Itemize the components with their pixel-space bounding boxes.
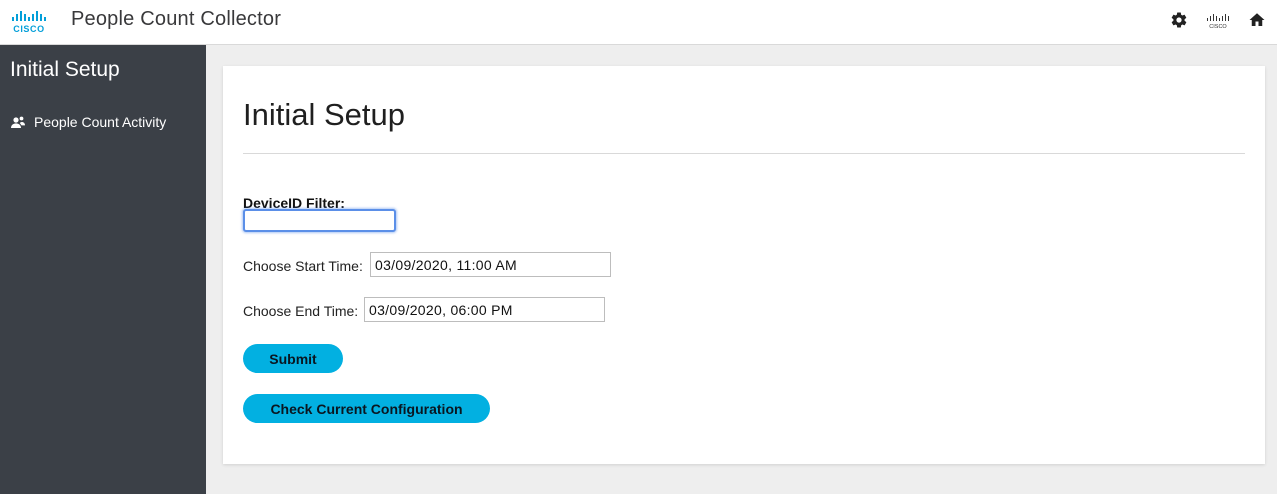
gear-icon[interactable] [1170, 11, 1188, 29]
sidebar-title: Initial Setup [10, 58, 120, 81]
cisco-logo-icon[interactable]: CISCO [1206, 13, 1230, 29]
sidebar-item-label: People Count Activity [34, 114, 167, 130]
cisco-logo[interactable]: CISCO [11, 9, 51, 35]
app-header: CISCO People Count Collector CISCO [0, 0, 1277, 45]
main-card: Initial Setup DeviceID Filter: Choose St… [223, 66, 1265, 464]
app-title: People Count Collector [71, 8, 282, 30]
people-icon [11, 116, 25, 128]
check-current-configuration-button[interactable]: Check Current Configuration [243, 394, 490, 423]
sidebar-item-people-count-activity[interactable]: People Count Activity [0, 108, 206, 138]
end-time-input[interactable] [364, 297, 605, 322]
submit-button[interactable]: Submit [243, 344, 343, 373]
page-title: Initial Setup [243, 97, 405, 132]
start-time-label: Choose Start Time: [243, 258, 363, 274]
svg-text:CISCO: CISCO [1209, 24, 1227, 29]
sidebar: Initial Setup People Count Activity [0, 45, 206, 494]
start-time-input[interactable] [370, 252, 611, 277]
divider [243, 153, 1245, 154]
device-id-filter-input[interactable] [243, 209, 396, 232]
end-time-label: Choose End Time: [243, 303, 359, 319]
home-icon[interactable] [1248, 11, 1266, 29]
svg-text:CISCO: CISCO [13, 24, 45, 34]
